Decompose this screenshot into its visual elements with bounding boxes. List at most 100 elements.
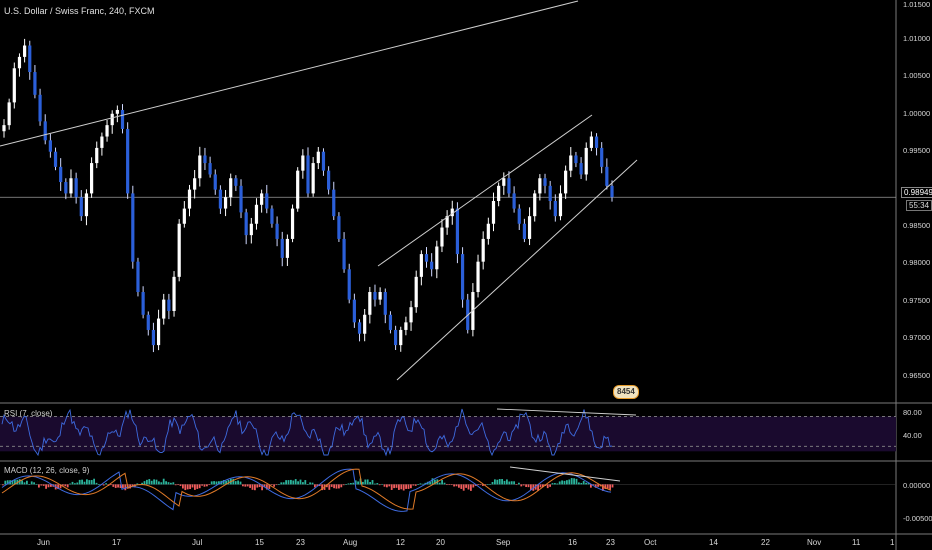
macd-histogram-bar (498, 478, 501, 485)
macd-histogram-bar (40, 484, 43, 486)
macd-histogram-bar (234, 481, 237, 485)
macd-histogram-bar (174, 484, 177, 486)
candle-body (435, 246, 439, 270)
candle-body (53, 151, 58, 167)
macd-histogram-bar (381, 483, 383, 485)
candle-body (337, 216, 341, 239)
macd-histogram-bar (33, 482, 35, 485)
macd-histogram-bar (2, 484, 4, 486)
candle-body (383, 292, 387, 315)
candle-body (213, 174, 217, 190)
macd-histogram-bar (81, 479, 83, 485)
candle-body (316, 151, 320, 164)
macd-histogram-bar (460, 484, 463, 489)
event-badge[interactable]: 8454 (613, 385, 639, 399)
candle-body (306, 155, 310, 194)
candle-body (156, 318, 161, 346)
candle-body (574, 155, 578, 164)
macd-histogram-bar (186, 484, 189, 490)
rsi-label: RSI (7, close) (4, 409, 53, 418)
candle-body (517, 208, 521, 224)
macd-histogram-bar (74, 483, 76, 485)
x-tick: Sep (496, 538, 511, 547)
macd-histogram-bar (448, 484, 451, 486)
candle-body (440, 227, 444, 247)
macd-histogram-bar (215, 481, 218, 485)
macd-histogram-bar (177, 484, 179, 486)
macd-histogram-bar (299, 479, 302, 485)
macd-histogram-bar (438, 482, 441, 485)
candle-body (311, 163, 315, 194)
macd-histogram-bar (275, 484, 278, 486)
rsi-tick: 80.00 (903, 408, 922, 417)
macd-histogram-bar (64, 484, 67, 487)
bar-countdown: 55:34 (906, 200, 932, 211)
x-tick: 12 (396, 538, 405, 547)
macd-histogram-bar (172, 482, 175, 485)
candle-body (414, 276, 418, 308)
macd-histogram-bar (419, 483, 422, 485)
macd-histogram-bar (292, 480, 295, 485)
candle-body (527, 216, 532, 239)
macd-histogram-bar (179, 484, 182, 486)
macd-histogram-bar (251, 484, 254, 490)
macd-histogram-bar (441, 480, 443, 485)
macd-histogram-bar (150, 480, 153, 485)
macd-histogram-bar (393, 484, 395, 489)
candle-body (538, 178, 542, 194)
candle-body (182, 208, 186, 224)
macd-histogram-bar (309, 482, 311, 485)
candle-body (89, 163, 94, 194)
macd-histogram-bar (513, 481, 515, 485)
badge-text-4: 4 (630, 387, 635, 396)
macd-histogram-bar (472, 484, 475, 488)
macd-histogram-bar (242, 484, 244, 487)
trendline-long-resistance (0, 0, 579, 147)
macd-histogram-bar (21, 480, 23, 485)
macd-histogram-bar (76, 482, 79, 485)
macd-histogram-bar (462, 484, 465, 491)
candle-body (193, 178, 197, 190)
candle-body (69, 178, 73, 194)
price-tick: 0.96500 (903, 371, 931, 380)
macd-histogram-bar (570, 478, 573, 485)
macd-histogram-bar (573, 478, 575, 485)
candle-body (218, 189, 223, 209)
macd-histogram-bar (254, 484, 256, 491)
macd-histogram-bar (330, 484, 333, 487)
macd-histogram-bar (345, 484, 347, 485)
macd-histogram-bar (244, 484, 247, 487)
macd-histogram-bar (508, 481, 511, 485)
macd-histogram-bar (93, 478, 95, 485)
candle-body (610, 185, 614, 198)
x-tick: Nov (807, 538, 822, 547)
macd-histogram-bar (182, 484, 184, 489)
macd-histogram-bar (407, 484, 410, 489)
macd-histogram-bar (71, 481, 74, 485)
macd-histogram-bar (561, 480, 563, 485)
candle-body (522, 223, 527, 239)
macd-histogram-bar (160, 482, 163, 485)
candle-body (244, 212, 248, 236)
candle-body (301, 155, 305, 171)
macd-histogram-bar (90, 480, 93, 485)
macd-histogram-bar (554, 483, 556, 485)
candle-body (275, 223, 279, 239)
macd-histogram-bar (455, 484, 458, 487)
candle-body (28, 45, 32, 73)
channel-upper-line (377, 114, 593, 267)
candle-body (162, 299, 166, 319)
macd-histogram-bar (518, 482, 520, 485)
macd-histogram-bar (148, 479, 151, 485)
candle-body (43, 121, 47, 141)
macd-histogram-bar (95, 482, 98, 485)
macd-histogram-bar (114, 484, 117, 488)
macd-histogram-bar (155, 479, 158, 485)
x-tick: 11 (852, 538, 861, 547)
macd-histogram-bar (210, 481, 213, 485)
macd-histogram-bar (489, 484, 491, 485)
macd-histogram-bar (566, 480, 568, 485)
chart-svg (0, 0, 932, 550)
candle-body (404, 322, 408, 330)
macd-histogram-bar (297, 481, 299, 485)
